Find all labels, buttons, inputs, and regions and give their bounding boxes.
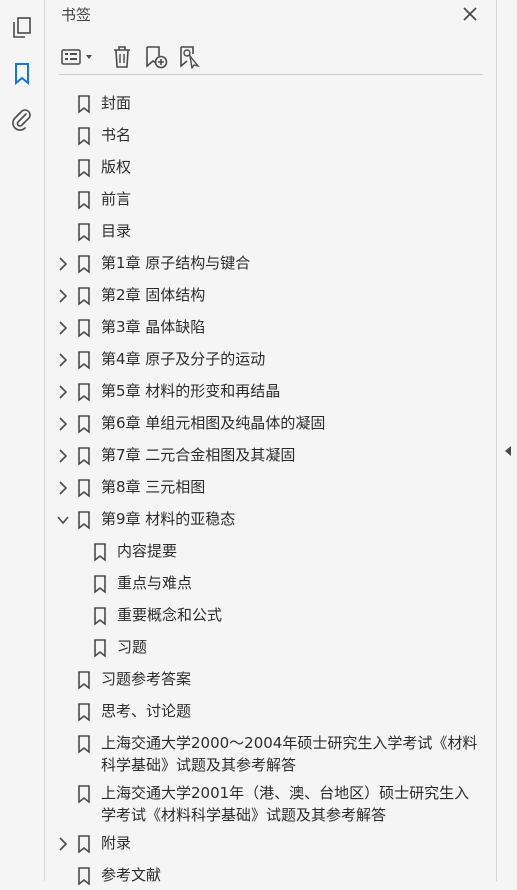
bookmark-item[interactable]: 参考文献 (45, 858, 496, 890)
bookmark-label: 第9章 材料的亚稳态 (101, 510, 236, 528)
bookmark-item[interactable]: 附录 (45, 826, 496, 858)
panel-splitter[interactable] (496, 0, 517, 881)
bookmark-icon (77, 510, 91, 530)
bookmark-label: 参考文献 (101, 866, 162, 884)
bookmark-label: 思考、讨论题 (101, 702, 192, 720)
bookmark-item[interactable]: 第2章 固体结构 (45, 278, 496, 310)
bookmark-icon (77, 414, 91, 434)
chevron-right-icon[interactable] (56, 254, 70, 274)
collapse-panel-icon[interactable] (503, 444, 513, 458)
bookmark-item[interactable]: 第3章 晶体缺陷 (45, 310, 496, 342)
bookmark-label: 习题参考答案 (101, 670, 192, 688)
bookmark-label: 习题 (117, 638, 148, 656)
bookmark-icon (77, 222, 91, 242)
bookmark-label: 第1章 原子结构与键合 (101, 254, 251, 272)
chevron-right-icon[interactable] (56, 446, 70, 466)
bookmark-icon (77, 784, 91, 804)
bookmark-label: 第3章 晶体缺陷 (101, 318, 206, 336)
bookmark-label: 第6章 单组元相图及纯晶体的凝固 (101, 414, 326, 432)
bookmark-icon (77, 670, 91, 690)
chevron-right-icon[interactable] (56, 382, 70, 402)
bookmark-label: 第4章 原子及分子的运动 (101, 350, 266, 368)
bookmark-item[interactable]: 第8章 三元相图 (45, 470, 496, 502)
bookmark-icon (77, 158, 91, 178)
options-menu-icon[interactable] (59, 44, 97, 70)
bookmark-icon (77, 190, 91, 210)
bookmark-label: 目录 (101, 222, 132, 240)
bookmark-item[interactable]: 习题 (45, 630, 496, 662)
chevron-right-icon[interactable] (56, 286, 70, 306)
chevron-right-icon[interactable] (56, 834, 70, 854)
bookmark-icon[interactable] (8, 60, 36, 88)
side-rail (0, 0, 45, 881)
bookmark-icon (77, 446, 91, 466)
bookmark-icon (77, 866, 91, 886)
bookmark-label: 第8章 三元相图 (101, 478, 206, 496)
bookmark-item[interactable]: 上海交通大学2000～2004年硕士研究生入学考试《材料科学基础》试题及其参考解… (45, 726, 496, 776)
bookmark-label: 附录 (101, 834, 132, 852)
bookmark-icon (77, 286, 91, 306)
bookmark-label: 内容提要 (117, 542, 178, 560)
bookmark-item[interactable]: 重要概念和公式 (45, 598, 496, 630)
bookmark-toolbar (59, 42, 483, 75)
bookmark-icon (77, 702, 91, 722)
bookmark-icon (93, 542, 107, 562)
bookmark-item[interactable]: 第5章 材料的形变和再结晶 (45, 374, 496, 406)
bookmark-icon (77, 478, 91, 498)
chevron-down-icon[interactable] (56, 510, 70, 530)
bookmark-icon (77, 734, 91, 754)
bookmark-label: 重点与难点 (117, 574, 193, 592)
bookmark-icon (93, 606, 107, 626)
bookmark-label: 第5章 材料的形变和再结晶 (101, 382, 281, 400)
bookmark-icon (77, 350, 91, 370)
bookmark-item[interactable]: 第7章 二元合金相图及其凝固 (45, 438, 496, 470)
bookmark-label: 第7章 二元合金相图及其凝固 (101, 446, 296, 464)
chevron-right-icon[interactable] (56, 318, 70, 338)
bookmark-icon (77, 254, 91, 274)
bookmark-item[interactable]: 第6章 单组元相图及纯晶体的凝固 (45, 406, 496, 438)
bookmark-icon (77, 126, 91, 146)
bookmark-item[interactable]: 第4章 原子及分子的运动 (45, 342, 496, 374)
bookmark-item[interactable]: 目录 (45, 214, 496, 246)
bookmark-icon (77, 834, 91, 854)
bookmark-item[interactable]: 内容提要 (45, 534, 496, 566)
bookmark-icon (77, 94, 91, 114)
new-bookmark-icon[interactable] (143, 44, 171, 70)
bookmark-icon (93, 638, 107, 658)
pages-icon[interactable] (8, 14, 36, 42)
bookmark-label: 书名 (101, 126, 132, 144)
bookmark-icon (93, 574, 107, 594)
chevron-right-icon[interactable] (56, 478, 70, 498)
close-icon[interactable] (460, 4, 480, 24)
chevron-right-icon[interactable] (56, 350, 70, 370)
bookmark-label: 版权 (101, 158, 132, 176)
bookmark-item[interactable]: 第1章 原子结构与键合 (45, 246, 496, 278)
bookmark-label: 前言 (101, 190, 132, 208)
bookmark-item[interactable]: 书名 (45, 118, 496, 150)
chevron-right-icon[interactable] (56, 414, 70, 434)
bookmarks-panel: 书签 封面 书名 版权 前言 目录 第1章 原子结构与键合 第2章 固体结构 第… (45, 0, 496, 885)
find-bookmark-icon[interactable] (177, 44, 205, 70)
bookmark-label: 上海交通大学2001年（港、澳、台地区）硕士研究生入学考试《材料科学基础》试题及… (101, 784, 470, 824)
bookmark-item[interactable]: 封面 (45, 86, 496, 118)
bookmark-item[interactable]: 思考、讨论题 (45, 694, 496, 726)
bookmark-icon (77, 318, 91, 338)
delete-icon[interactable] (109, 44, 135, 70)
bookmark-item[interactable]: 上海交通大学2001年（港、澳、台地区）硕士研究生入学考试《材料科学基础》试题及… (45, 776, 496, 826)
bookmark-item[interactable]: 第9章 材料的亚稳态 (45, 502, 496, 534)
bookmark-label: 上海交通大学2000～2004年硕士研究生入学考试《材料科学基础》试题及其参考解… (101, 734, 478, 774)
bookmark-label: 第2章 固体结构 (101, 286, 206, 304)
attachment-icon[interactable] (8, 106, 36, 134)
bookmark-item[interactable]: 习题参考答案 (45, 662, 496, 694)
bookmark-label: 封面 (101, 94, 132, 112)
bookmark-item[interactable]: 前言 (45, 182, 496, 214)
bookmark-label: 重要概念和公式 (117, 606, 223, 624)
panel-title: 书签 (61, 6, 92, 24)
bookmark-item[interactable]: 重点与难点 (45, 566, 496, 598)
bookmark-tree: 封面书名版权前言目录第1章 原子结构与键合 第2章 固体结构 第3章 晶体缺陷第4章… (45, 86, 496, 890)
bookmark-item[interactable]: 版权 (45, 150, 496, 182)
bookmark-icon (77, 382, 91, 402)
